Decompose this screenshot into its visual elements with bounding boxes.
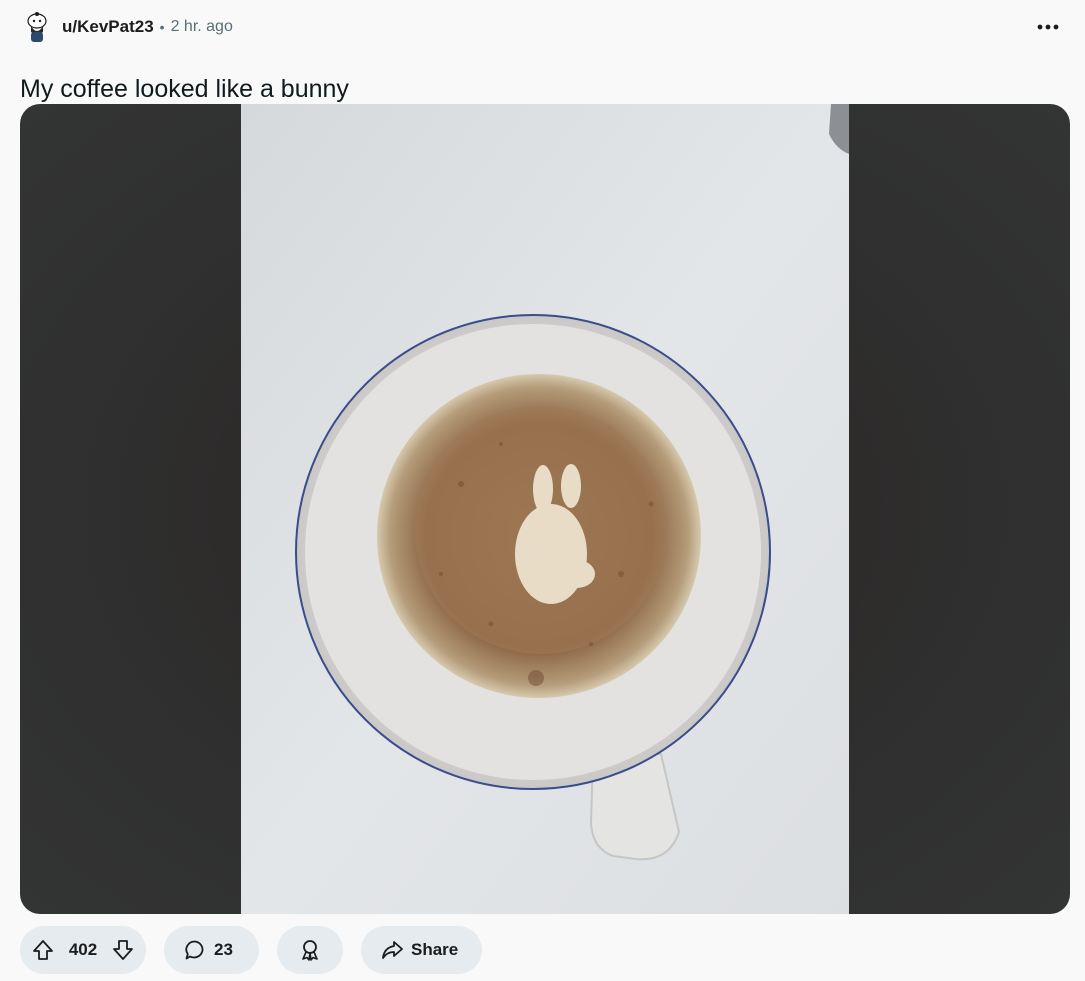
post-timestamp: 2 hr. ago [170,18,233,35]
post-actions: 402 23 Share [20,926,500,974]
downvote-arrow-icon [113,940,133,960]
coffee-photo [241,104,849,914]
more-options-icon [1037,24,1059,30]
share-button[interactable]: Share [361,926,482,974]
upvote-button[interactable] [32,939,54,961]
share-label: Share [411,940,459,959]
more-options-button[interactable] [1031,14,1065,40]
avatar-icon[interactable] [20,10,54,44]
downvote-button[interactable] [112,939,134,961]
post-title[interactable]: My coffee looked like a bunny [20,75,349,104]
post-media[interactable] [20,104,1070,914]
award-ribbon-icon [302,940,318,961]
comments-button[interactable]: 23 [164,926,259,974]
author-username[interactable]: u/KevPat23 [62,17,154,37]
meta-separator: • [159,19,165,35]
post-header: u/KevPat23 • 2 hr. ago [20,8,1065,46]
comment-bubble-icon [185,940,204,960]
vote-control: 402 [20,926,146,974]
score-count: 402 [68,940,98,959]
share-arrow-icon [382,941,403,959]
comments-count: 23 [214,940,233,959]
award-button[interactable] [277,926,343,974]
upvote-arrow-icon [33,940,53,960]
